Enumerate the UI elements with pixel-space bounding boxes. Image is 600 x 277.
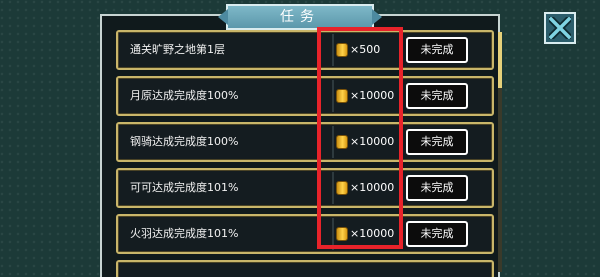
close-x-icon	[549, 17, 571, 39]
gold-coin-icon	[336, 181, 348, 195]
task-row: 通关旷野之地第1层 ×500 未完成	[116, 30, 494, 70]
task-label: 可可达成完成度101%	[130, 181, 239, 194]
task-status-button[interactable]: 未完成	[406, 221, 468, 247]
gold-coin-icon	[336, 227, 348, 241]
task-reward: ×500	[350, 43, 381, 56]
task-status-button[interactable]: 未完成	[406, 129, 468, 155]
task-reward: ×10000	[350, 135, 395, 148]
task-row-partial	[116, 260, 494, 277]
row-divider	[332, 172, 334, 204]
task-reward: ×10000	[350, 181, 395, 194]
task-row: 火羽达成完成度101% ×10000 未完成	[116, 214, 494, 254]
task-row: 月原达成完成度100% ×10000 未完成	[116, 76, 494, 116]
task-status-button[interactable]: 未完成	[406, 175, 468, 201]
task-reward: ×10000	[350, 89, 395, 102]
gold-coin-icon	[336, 89, 348, 103]
task-label: 通关旷野之地第1层	[130, 43, 225, 56]
row-divider	[332, 218, 334, 250]
task-status-button[interactable]: 未完成	[406, 83, 468, 109]
task-label: 火羽达成完成度101%	[130, 227, 239, 240]
task-row: 可可达成完成度101% ×10000 未完成	[116, 168, 494, 208]
row-divider	[332, 80, 334, 112]
task-label: 钢骑达成完成度100%	[130, 135, 239, 148]
scrollbar[interactable]	[498, 32, 502, 272]
task-label: 月原达成完成度100%	[130, 89, 239, 102]
gold-coin-icon	[336, 135, 348, 149]
close-button[interactable]	[544, 12, 576, 44]
panel-title: 任务	[226, 4, 374, 30]
gold-coin-icon	[336, 43, 348, 57]
task-reward: ×10000	[350, 227, 395, 240]
row-divider	[332, 126, 334, 158]
task-row: 钢骑达成完成度100% ×10000 未完成	[116, 122, 494, 162]
row-divider	[332, 34, 334, 66]
task-status-button[interactable]: 未完成	[406, 37, 468, 63]
scrollbar-thumb[interactable]	[498, 32, 502, 88]
